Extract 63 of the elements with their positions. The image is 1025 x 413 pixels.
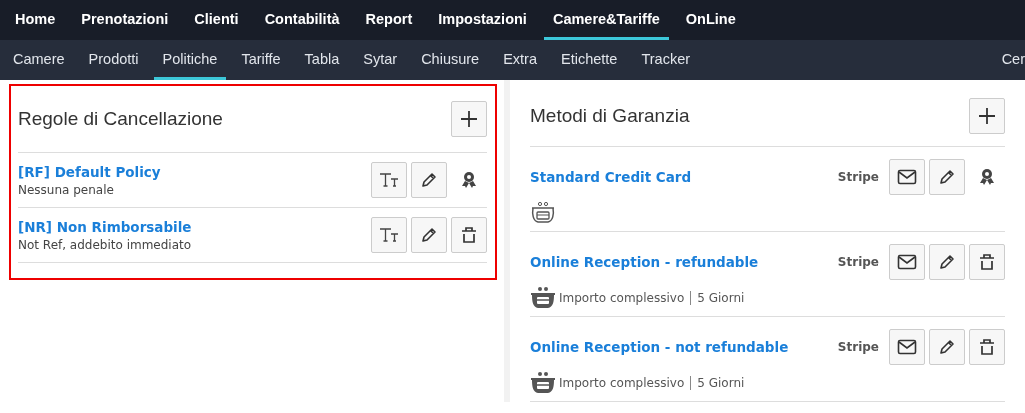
plus-icon xyxy=(460,110,478,128)
email-button[interactable] xyxy=(889,244,925,280)
days-label: 5 Giorni xyxy=(690,376,745,390)
edit-button[interactable] xyxy=(411,162,447,198)
nav-tab[interactable]: Prenotazioni xyxy=(72,0,178,40)
trash-icon xyxy=(460,226,478,244)
method-link[interactable]: Standard Credit Card xyxy=(530,169,692,185)
edit-button[interactable] xyxy=(411,217,447,253)
pencil-icon xyxy=(938,253,956,271)
pencil-icon xyxy=(938,168,956,186)
section-title: Regole di Cancellazione xyxy=(18,108,223,130)
text-size-icon xyxy=(379,172,399,188)
method-link[interactable]: Online Reception - not refundable xyxy=(530,339,789,355)
nav-tab[interactable]: Report xyxy=(356,0,422,40)
plus-icon xyxy=(978,107,996,125)
days-label: 5 Giorni xyxy=(690,291,745,305)
nav-tab[interactable]: Contabilità xyxy=(255,0,349,40)
text-format-button[interactable] xyxy=(371,217,407,253)
delete-button[interactable] xyxy=(969,244,1005,280)
envelope-icon xyxy=(897,254,917,270)
subnav-tab[interactable]: Tracker xyxy=(632,40,700,80)
add-button[interactable] xyxy=(969,98,1005,134)
subnav-tab[interactable]: Sytar xyxy=(354,40,407,80)
email-button[interactable] xyxy=(889,329,925,365)
trash-icon xyxy=(978,338,996,356)
edit-button[interactable] xyxy=(929,159,965,195)
subnav-tab[interactable]: Camere xyxy=(4,40,74,80)
method-link[interactable]: Online Reception - refundable xyxy=(530,254,759,270)
provider-label: Stripe xyxy=(837,170,879,184)
trash-icon xyxy=(978,253,996,271)
nav-tab[interactable]: Home xyxy=(6,0,65,40)
subnav-tab[interactable]: Prodotti xyxy=(79,40,148,80)
delete-button[interactable] xyxy=(451,217,487,253)
add-button[interactable] xyxy=(451,101,487,137)
nav-tab[interactable]: Impostazioni xyxy=(429,0,536,40)
email-button[interactable] xyxy=(889,159,925,195)
envelope-icon xyxy=(897,169,917,185)
policy-link[interactable]: [NR] Non Rimborsabile xyxy=(18,218,367,235)
pencil-icon xyxy=(938,338,956,356)
nav-tab[interactable]: Clienti xyxy=(185,0,248,40)
amount-label: Importo complessivo xyxy=(559,291,685,305)
subnav-tab[interactable]: Etichette xyxy=(552,40,627,80)
text-size-icon xyxy=(379,227,399,243)
edit-button[interactable] xyxy=(929,244,965,280)
nav-tab[interactable]: OnLine xyxy=(676,0,745,40)
edit-button[interactable] xyxy=(929,329,965,365)
provider-label: Stripe xyxy=(837,340,879,354)
delete-button[interactable] xyxy=(969,329,1005,365)
subnav-tab[interactable]: Tabla xyxy=(295,40,349,80)
pencil-icon xyxy=(420,226,438,244)
pencil-icon xyxy=(420,171,438,189)
text-format-button[interactable] xyxy=(371,162,407,198)
section-title: Metodi di Garanzia xyxy=(530,105,690,127)
subnav-tab[interactable]: Chiusure xyxy=(412,40,489,80)
subnav-tab[interactable]: Extra xyxy=(494,40,546,80)
policy-description: Not Ref, addebito immediato xyxy=(18,237,193,252)
subnav-tab[interactable]: Tariffe xyxy=(232,40,290,80)
amount-label: Importo complessivo xyxy=(559,376,685,390)
envelope-icon xyxy=(897,339,917,355)
policy-description: Nessuna penale xyxy=(18,182,115,197)
provider-label: Stripe xyxy=(837,255,879,269)
subnav-link[interactable]: Cer xyxy=(992,40,1025,80)
policy-link[interactable]: [RF] Default Policy xyxy=(18,163,367,180)
